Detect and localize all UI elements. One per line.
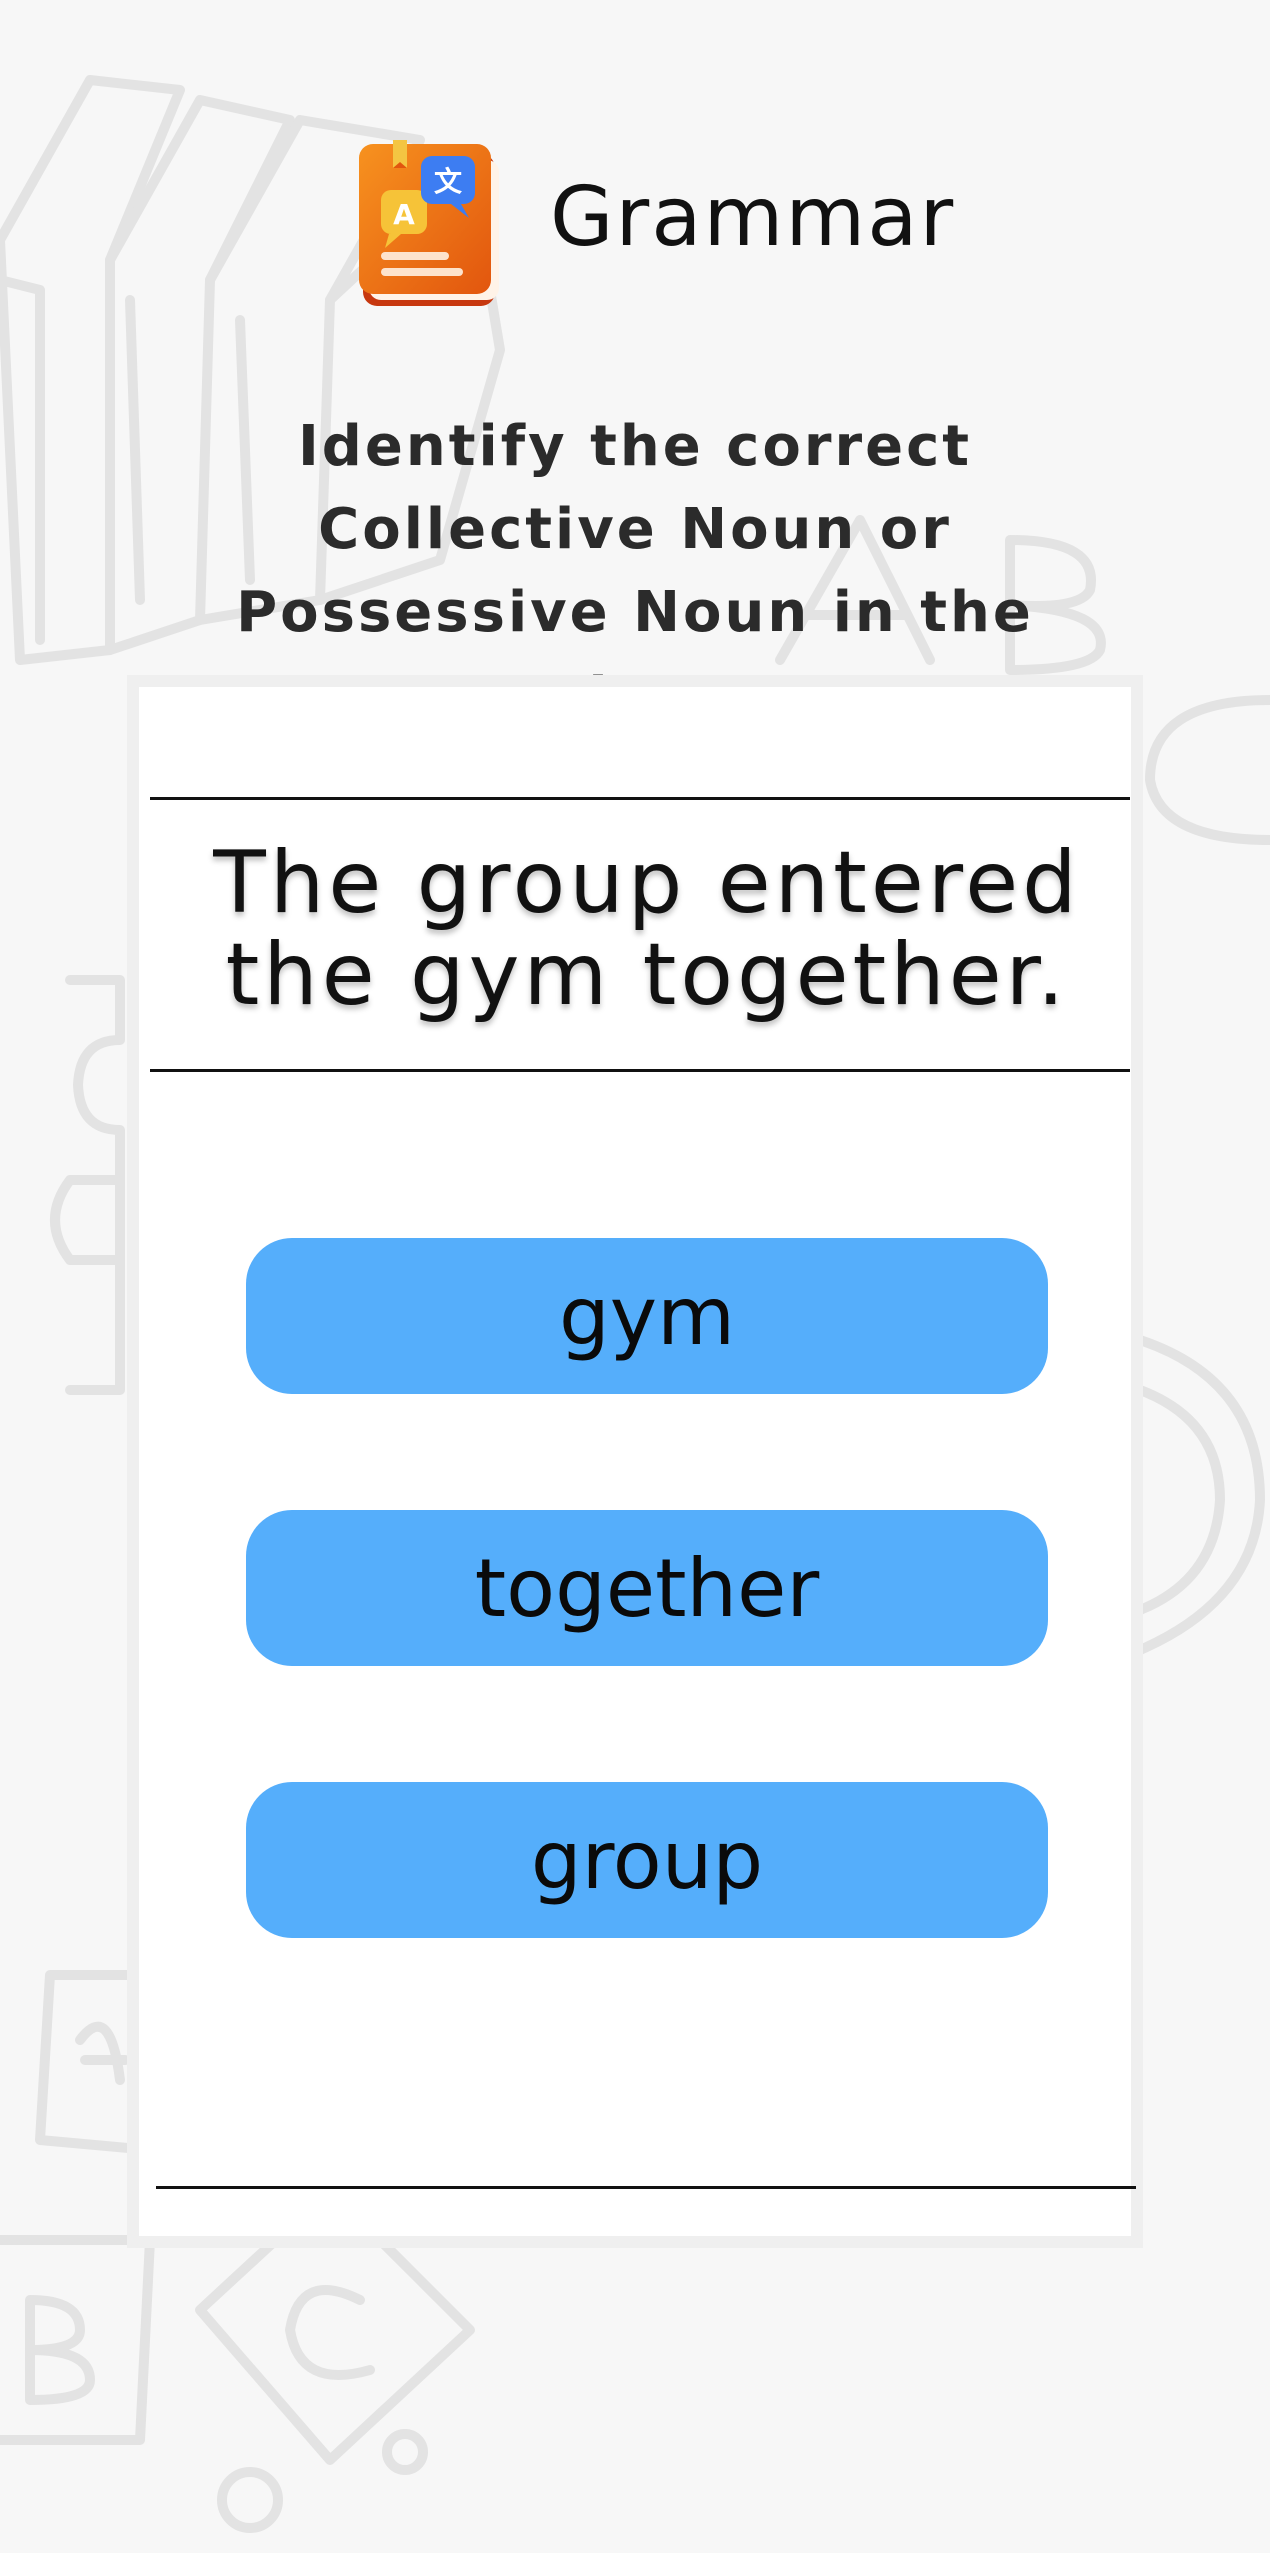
bottom-divider [156, 2186, 1136, 2189]
app-title: Grammar [550, 170, 956, 265]
answer-option-gym[interactable]: gym [246, 1238, 1048, 1394]
app-header: A 文 Grammar [0, 130, 1270, 320]
svg-text:A: A [393, 198, 415, 231]
answer-option-label: together [474, 1541, 820, 1635]
top-divider [150, 797, 1130, 800]
middle-divider [150, 1069, 1130, 1072]
question-card: The group entered the gym together. gym … [127, 675, 1143, 2248]
answer-option-label: group [530, 1813, 764, 1907]
answer-option-label: gym [558, 1269, 736, 1363]
question-sentence: The group entered the gym together. [213, 833, 1081, 1025]
grammar-book-icon: A 文 [359, 140, 499, 306]
svg-text:文: 文 [434, 165, 462, 198]
answer-option-group[interactable]: group [246, 1782, 1048, 1938]
answer-option-together[interactable]: together [246, 1510, 1048, 1666]
